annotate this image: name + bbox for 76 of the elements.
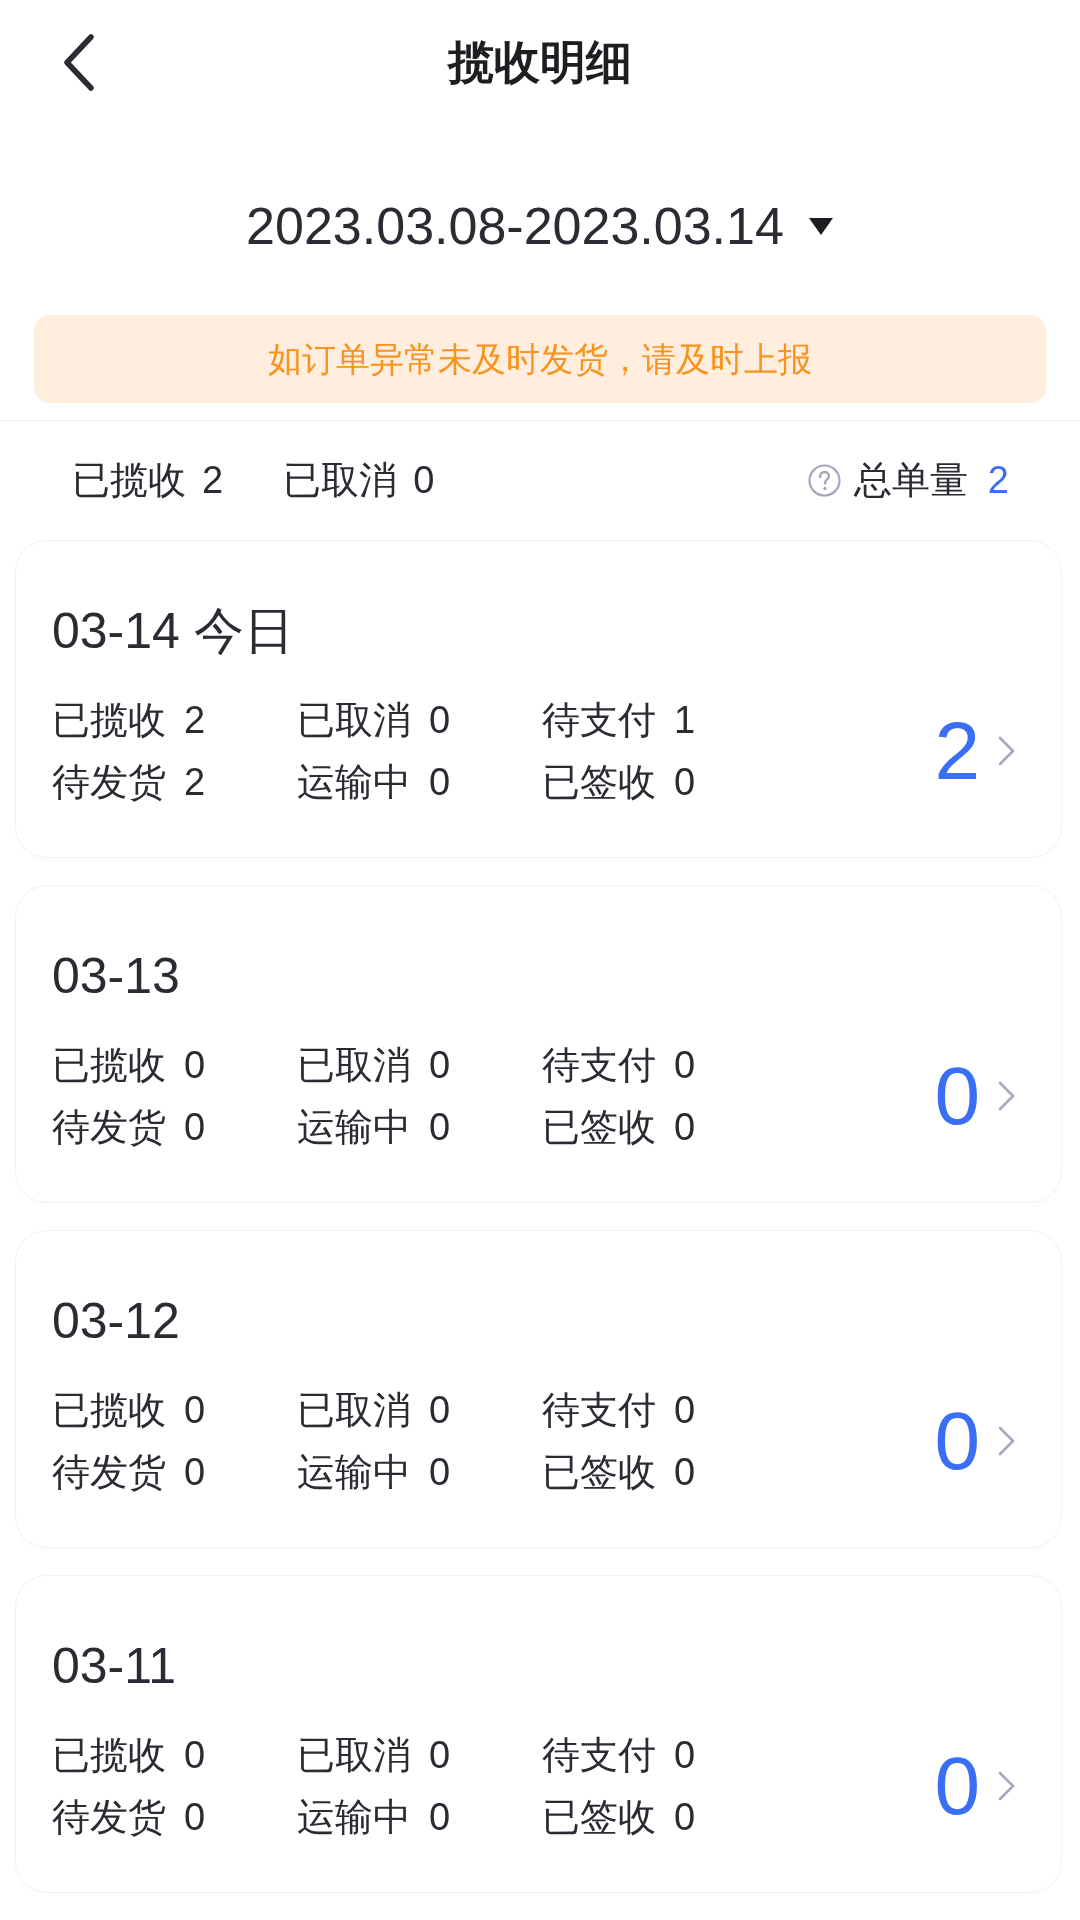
total-count: 2 bbox=[987, 458, 1009, 503]
help-icon bbox=[807, 464, 841, 497]
day-total: 0 bbox=[934, 1745, 980, 1827]
stat-label: 运输中 bbox=[297, 1105, 411, 1150]
stat-label: 已揽收 bbox=[52, 1388, 166, 1433]
chevron-right-icon bbox=[998, 1081, 1015, 1111]
stat-value: 0 bbox=[429, 698, 451, 743]
stat-value: 0 bbox=[184, 1795, 206, 1840]
stat-value: 0 bbox=[674, 1105, 696, 1150]
day-card[interactable]: 03-14 今日 已揽收 2 已取消 0 待支付 1 待发货 2 运输中 0 已签收 0 2 bbox=[15, 540, 1062, 858]
stat-value: 0 bbox=[674, 760, 696, 805]
day-date: 03-12 bbox=[52, 1292, 181, 1351]
stat-label: 已取消 bbox=[297, 1043, 411, 1088]
stat-value: 0 bbox=[674, 1388, 696, 1433]
day-total: 0 bbox=[934, 1055, 980, 1137]
stat-value: 0 bbox=[184, 1450, 206, 1495]
stat-value: 0 bbox=[184, 1105, 206, 1150]
summary-label: 已揽收 bbox=[72, 458, 186, 503]
stat-value: 2 bbox=[184, 760, 206, 805]
back-chevron-icon bbox=[62, 33, 94, 91]
chevron-right-icon bbox=[998, 736, 1015, 766]
day-date: 03-14 今日 bbox=[52, 602, 295, 661]
stat-label: 待支付 bbox=[542, 1043, 656, 1088]
stat-label: 已取消 bbox=[297, 1733, 411, 1778]
stat-label: 待发货 bbox=[52, 760, 166, 805]
stat-label: 已签收 bbox=[542, 1105, 656, 1150]
day-total: 2 bbox=[934, 710, 980, 792]
stat-value: 0 bbox=[429, 1105, 451, 1150]
day-card[interactable]: 03-12 已揽收 0 已取消 0 待支付 0 待发货 0 运输中 0 已签收 0 0 bbox=[15, 1230, 1062, 1548]
chevron-right-icon bbox=[998, 1771, 1015, 1801]
summary-label: 已取消 bbox=[283, 458, 398, 503]
stat-value: 0 bbox=[184, 1043, 206, 1088]
stat-value: 1 bbox=[674, 698, 696, 743]
stat-label: 待发货 bbox=[52, 1795, 166, 1840]
day-date: 03-13 bbox=[52, 947, 181, 1006]
caret-down-icon bbox=[807, 216, 834, 236]
day-total: 0 bbox=[934, 1400, 980, 1482]
date-range-dropdown[interactable]: 2023.03.08-2023.03.14 bbox=[246, 195, 834, 257]
stat-label: 已签收 bbox=[542, 1795, 656, 1840]
stat-value: 0 bbox=[429, 1450, 451, 1495]
stat-label: 待支付 bbox=[542, 1733, 656, 1778]
day-date: 03-11 bbox=[52, 1637, 178, 1696]
day-card[interactable]: 03-11 已揽收 0 已取消 0 待支付 0 待发货 0 运输中 0 已签收 0 0 bbox=[15, 1575, 1062, 1893]
stat-value: 0 bbox=[429, 1388, 451, 1433]
day-card[interactable]: 03-13 已揽收 0 已取消 0 待支付 0 待发货 0 运输中 0 已签收 0 0 bbox=[15, 885, 1062, 1203]
stat-label: 已取消 bbox=[297, 698, 411, 743]
stat-label: 待支付 bbox=[542, 1388, 656, 1433]
stat-label: 运输中 bbox=[297, 760, 411, 805]
stat-value: 0 bbox=[674, 1043, 696, 1088]
stat-value: 0 bbox=[674, 1450, 696, 1495]
stat-value: 0 bbox=[184, 1388, 206, 1433]
stat-label: 待支付 bbox=[542, 698, 656, 743]
stat-label: 运输中 bbox=[297, 1795, 411, 1840]
stat-value: 0 bbox=[674, 1795, 696, 1840]
stat-value: 0 bbox=[429, 1795, 451, 1840]
stat-value: 0 bbox=[184, 1733, 206, 1778]
stat-value: 0 bbox=[429, 1043, 451, 1088]
page-title: 揽收明细 bbox=[446, 39, 633, 85]
stat-label: 待发货 bbox=[52, 1105, 166, 1150]
notice-banner: 如订单异常未及时发货，请及时上报 bbox=[34, 315, 1046, 403]
stat-label: 待发货 bbox=[52, 1450, 166, 1495]
chevron-right-icon bbox=[998, 1426, 1015, 1456]
summary-count: 2 bbox=[202, 458, 224, 503]
stat-value: 0 bbox=[429, 760, 451, 805]
stat-label: 运输中 bbox=[297, 1450, 411, 1495]
summary-count: 0 bbox=[413, 458, 435, 503]
total-label: 总单量 bbox=[853, 458, 968, 503]
stat-label: 已揽收 bbox=[52, 1043, 166, 1088]
stat-value: 0 bbox=[674, 1733, 696, 1778]
stat-label: 已取消 bbox=[297, 1388, 411, 1433]
stat-label: 已揽收 bbox=[52, 698, 166, 743]
stat-label: 已揽收 bbox=[52, 1733, 166, 1778]
stat-label: 已签收 bbox=[542, 760, 656, 805]
stat-value: 2 bbox=[184, 698, 206, 743]
stat-label: 已签收 bbox=[542, 1450, 656, 1495]
stat-value: 0 bbox=[429, 1733, 451, 1778]
